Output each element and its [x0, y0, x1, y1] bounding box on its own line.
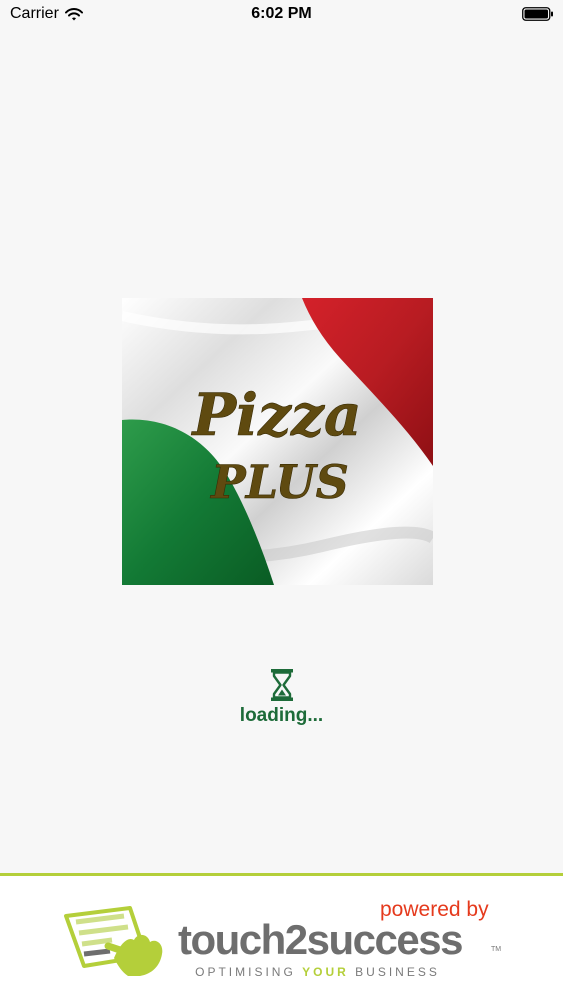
brand-tagline: OPTIMISING YOUR BUSINESS	[0, 965, 563, 979]
brand-name: touch2success	[178, 916, 463, 963]
battery-icon	[522, 7, 553, 21]
logo-text-pizza: Pizza	[190, 381, 361, 449]
tagline-end: BUSINESS	[355, 965, 440, 979]
restaurant-logo: Pizza PLUS	[120, 298, 437, 585]
logo-text-plus: PLUS	[209, 455, 349, 509]
tagline-start: OPTIMISING	[195, 965, 296, 979]
hourglass-icon	[270, 669, 293, 701]
loading-text: loading...	[239, 705, 324, 726]
powered-by-footer: powered by touch2success TM OPTIMISING Y…	[0, 873, 563, 1000]
trademark-mark: TM	[491, 946, 502, 953]
tagline-accent: YOUR	[302, 965, 349, 979]
status-time: 6:02 PM	[251, 5, 312, 22]
status-bar: Carrier 6:02 PM	[0, 0, 563, 30]
loading-indicator: loading...	[0, 668, 563, 727]
